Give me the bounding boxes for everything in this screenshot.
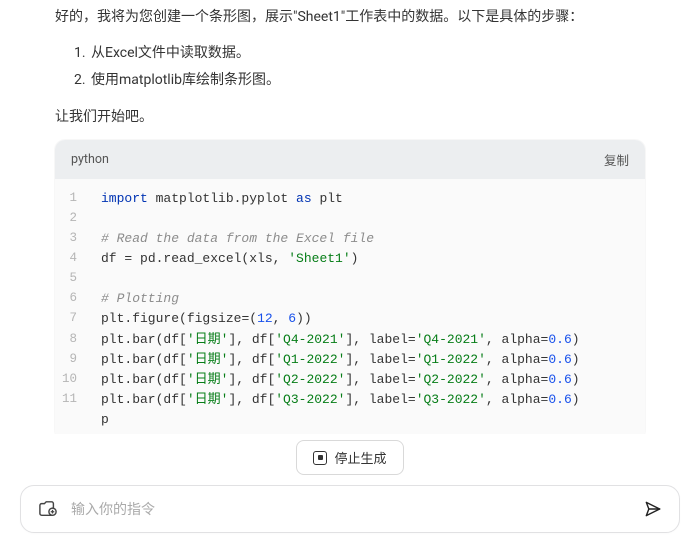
start-text: 让我们开始吧。 [55,106,645,126]
code-line: 8plt.bar(df['日期'], df['Q4-2021'], label=… [55,330,645,350]
chat-input-bar [20,485,680,533]
code-content: # Plotting [91,289,645,309]
code-block: python 复制 1import matplotlib.pyplot as p… [55,140,645,441]
chat-input[interactable] [71,501,631,517]
code-content: plt.figure(figsize=(12, 6)) [91,309,645,329]
code-content: df = pd.read_excel(xls, 'Sheet1') [91,249,645,269]
line-number: 4 [55,249,91,269]
intro-text: 好的，我将为您创建一个条形图，展示"Sheet1"工作表中的数据。以下是具体的步… [55,6,645,28]
line-number: 2 [55,209,91,229]
code-body: 1import matplotlib.pyplot as plt2 3# Rea… [55,179,645,441]
code-language-label: python [71,152,109,167]
code-line: 4df = pd.read_excel(xls, 'Sheet1') [55,249,645,269]
code-content: import matplotlib.pyplot as plt [91,189,645,209]
stop-button-label: 停止生成 [334,448,386,467]
stop-generating-button[interactable]: 停止生成 [296,440,403,475]
code-content: # Read the data from the Excel file [91,229,645,249]
bottom-bar: 停止生成 [0,434,700,549]
code-line: 9plt.bar(df['日期'], df['Q1-2022'], label=… [55,350,645,370]
code-header: python 复制 [55,140,645,179]
line-number: 11 [55,390,91,410]
code-line: 3# Read the data from the Excel file [55,229,645,249]
code-content: plt.bar(df['日期'], df['Q4-2021'], label='… [91,330,645,350]
line-number [55,410,91,430]
stop-icon [313,451,327,465]
list-item: 从Excel文件中读取数据。 [89,40,645,67]
assistant-message: 好的，我将为您创建一个条形图，展示"Sheet1"工作表中的数据。以下是具体的步… [0,6,700,440]
code-line: 7plt.figure(figsize=(12, 6)) [55,309,645,329]
code-content: plt.bar(df['日期'], df['Q2-2022'], label='… [91,370,645,390]
code-content: plt.bar(df['日期'], df['Q3-2022'], label='… [91,390,645,410]
line-number: 5 [55,269,91,289]
code-content: plt.bar(df['日期'], df['Q1-2022'], label='… [91,350,645,370]
code-line: 11plt.bar(df['日期'], df['Q3-2022'], label… [55,390,645,410]
code-line: 10plt.bar(df['日期'], df['Q2-2022'], label… [55,370,645,390]
attach-icon[interactable] [37,500,59,518]
code-content: p [91,410,645,430]
line-number: 9 [55,350,91,370]
line-number: 1 [55,189,91,209]
code-line: 1import matplotlib.pyplot as plt [55,189,645,209]
code-content [91,269,645,289]
code-line: 2 [55,209,645,229]
line-number: 7 [55,309,91,329]
send-icon[interactable] [643,499,663,519]
copy-button[interactable]: 复制 [604,150,629,169]
list-item: 使用matplotlib库绘制条形图。 [89,67,645,94]
line-number: 6 [55,289,91,309]
code-content [91,209,645,229]
line-number: 10 [55,370,91,390]
line-number: 8 [55,330,91,350]
code-line: p [55,410,645,430]
step-list: 从Excel文件中读取数据。 使用matplotlib库绘制条形图。 [55,40,645,93]
line-number: 3 [55,229,91,249]
code-line: 6# Plotting [55,289,645,309]
code-line: 5 [55,269,645,289]
